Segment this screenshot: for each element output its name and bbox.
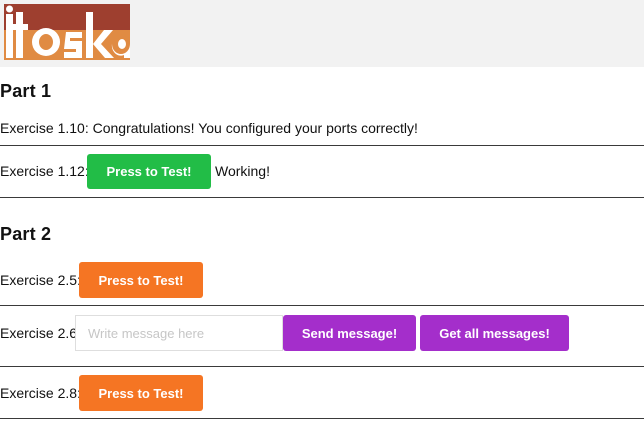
site-header bbox=[0, 0, 644, 67]
divider bbox=[0, 305, 644, 306]
exercise-1-12-status: Working! bbox=[215, 163, 270, 179]
divider bbox=[0, 197, 644, 198]
exercise-2-5-test-button[interactable]: Press to Test! bbox=[79, 262, 203, 298]
itoska-logo bbox=[4, 4, 130, 60]
get-all-messages-button[interactable]: Get all messages! bbox=[420, 315, 569, 351]
divider bbox=[0, 145, 644, 146]
exercise-2-8-test-button[interactable]: Press to Test! bbox=[79, 375, 203, 411]
send-message-button[interactable]: Send message! bbox=[283, 315, 416, 351]
exercise-1-12-test-button[interactable]: Press to Test! bbox=[87, 154, 211, 189]
message-input[interactable] bbox=[75, 315, 283, 351]
divider bbox=[0, 418, 644, 419]
exercise-2-8-label: Exercise 2.8: bbox=[0, 385, 81, 401]
exercise-2-6-label: Exercise 2.6: bbox=[0, 325, 81, 341]
exercise-1-12-label: Exercise 1.12: bbox=[0, 163, 89, 179]
exercise-1-10-text: Exercise 1.10: Congratulations! You conf… bbox=[0, 120, 418, 136]
part2-heading: Part 2 bbox=[0, 224, 52, 244]
part1-heading: Part 1 bbox=[0, 81, 52, 101]
exercise-2-5-label: Exercise 2.5: bbox=[0, 272, 81, 288]
divider bbox=[0, 366, 644, 367]
